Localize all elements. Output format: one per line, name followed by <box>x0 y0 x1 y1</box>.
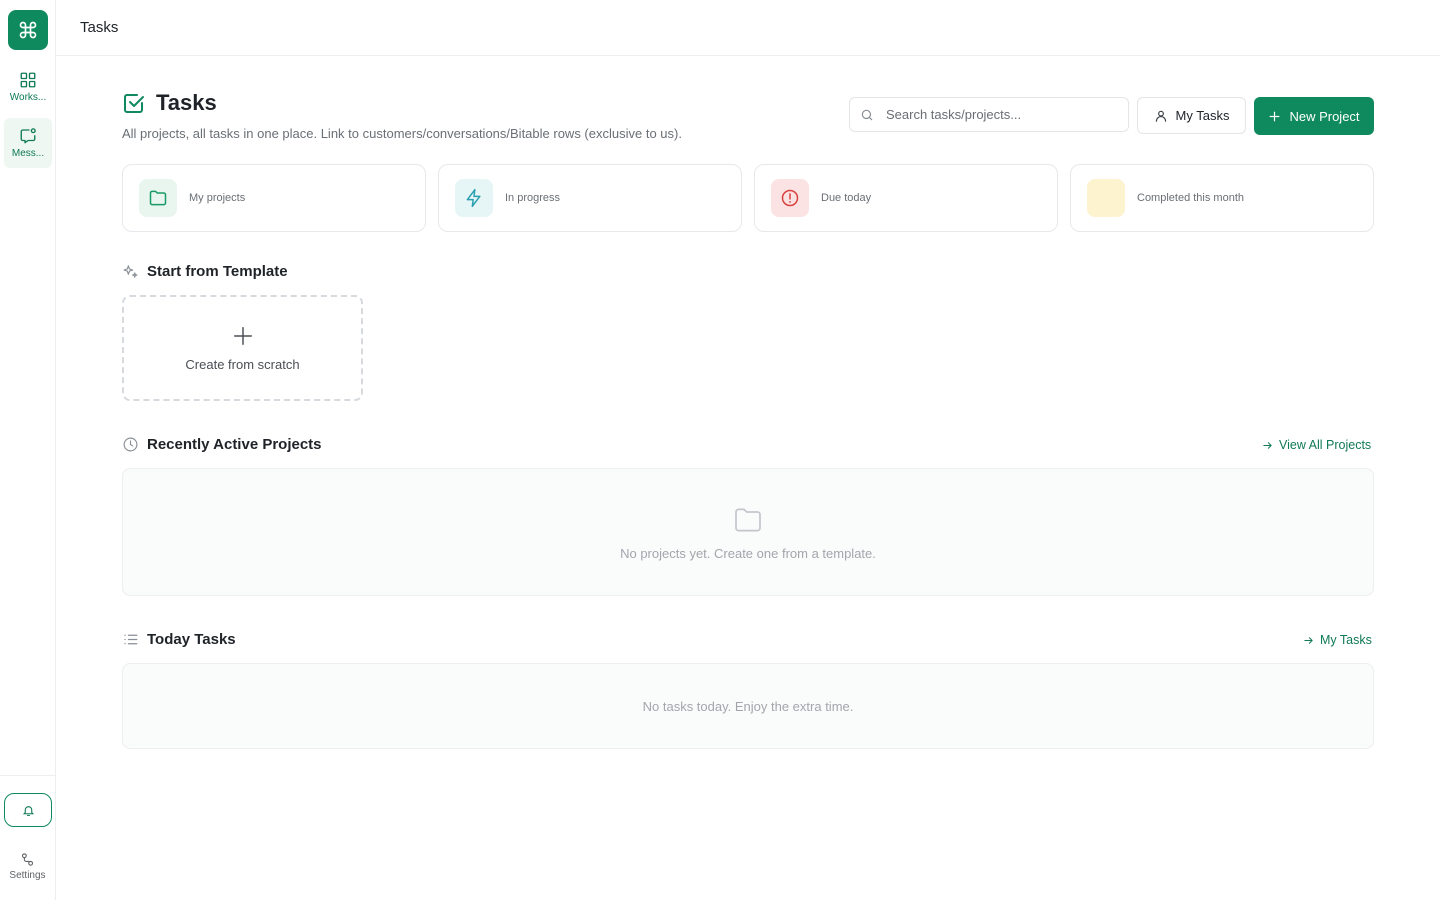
create-from-scratch-label: Create from scratch <box>185 356 300 372</box>
create-from-scratch-card[interactable]: Create from scratch <box>122 295 363 401</box>
sidebar: Works... Mess... Settings <box>0 0 56 900</box>
arrow-right-icon <box>1263 441 1272 449</box>
plus-icon <box>233 326 252 345</box>
recent-projects-title: Recently Active Projects <box>147 436 322 453</box>
clock-icon <box>123 437 138 452</box>
stat-icon-box <box>455 179 493 217</box>
stat-label: Due today <box>821 192 872 204</box>
sidebar-item-label: Mess... <box>11 148 45 159</box>
today-tasks-empty-text: No tasks today. Enjoy the extra time. <box>642 698 854 714</box>
folder-icon <box>735 507 761 532</box>
sparkles-icon <box>123 265 138 278</box>
new-project-button[interactable]: New Project <box>1254 97 1374 135</box>
user-icon <box>1155 110 1166 122</box>
my-tasks-button[interactable]: My Tasks <box>1137 97 1246 134</box>
search-icon <box>861 109 873 120</box>
new-project-label: New Project <box>1289 108 1360 124</box>
plus-icon <box>1270 111 1280 121</box>
stat-card-completed[interactable]: Completed this month <box>1070 164 1374 232</box>
check-icon <box>1099 193 1113 204</box>
sidebar-divider <box>0 775 55 776</box>
bell-icon <box>22 805 34 816</box>
message-icon <box>20 128 36 144</box>
template-section-title: Start from Template <box>147 263 288 280</box>
stat-icon-box <box>771 179 809 217</box>
notifications-button[interactable] <box>4 793 52 827</box>
folder-icon <box>149 190 167 206</box>
stat-icon-box <box>1087 179 1125 217</box>
recent-projects-header: Recently Active Projects <box>122 436 322 453</box>
arrow-right-icon <box>1304 636 1313 644</box>
lightning-icon <box>466 188 481 208</box>
list-icon <box>124 634 138 645</box>
view-all-projects-label: View All Projects <box>1279 438 1372 452</box>
sidebar-item-label: Works... <box>9 92 47 103</box>
stat-card-my-projects[interactable]: My projects <box>122 164 426 232</box>
sidebar-item-workspace[interactable]: Works... <box>4 62 52 112</box>
app-logo[interactable] <box>8 10 48 50</box>
today-tasks-empty-state: No tasks today. Enjoy the extra time. <box>122 663 1374 749</box>
my-tasks-label: My Tasks <box>1175 108 1230 123</box>
checkbox-icon <box>124 94 144 113</box>
page-title: Tasks <box>156 90 217 115</box>
stat-icon-box <box>139 179 177 217</box>
topbar-title: Tasks <box>80 19 119 36</box>
search-input[interactable]: Search tasks/projects... <box>849 97 1129 132</box>
grid-icon <box>20 72 36 88</box>
search-placeholder: Search tasks/projects... <box>886 107 1022 122</box>
recent-projects-empty-state: No projects yet. Create one from a templ… <box>122 468 1374 596</box>
settings-icon <box>21 853 34 866</box>
my-tasks-link-label: My Tasks <box>1320 633 1372 647</box>
stat-card-due-today[interactable]: Due today <box>754 164 1058 232</box>
today-tasks-title: Today Tasks <box>147 631 236 648</box>
alert-circle-icon <box>781 189 799 207</box>
my-tasks-link[interactable]: My Tasks <box>1303 633 1372 647</box>
sidebar-item-settings[interactable]: Settings <box>0 852 55 881</box>
top-bar: Tasks <box>56 0 1440 56</box>
settings-label: Settings <box>9 870 46 881</box>
command-icon <box>19 21 37 39</box>
today-tasks-header: Today Tasks <box>122 631 236 648</box>
sidebar-item-messages[interactable]: Mess... <box>4 118 52 168</box>
recent-projects-empty-text: No projects yet. Create one from a templ… <box>620 545 876 561</box>
stat-label: Completed this month <box>1137 192 1244 204</box>
view-all-projects-link[interactable]: View All Projects <box>1262 438 1371 452</box>
page-subtitle: All projects, all tasks in one place. Li… <box>122 126 682 141</box>
stat-card-in-progress[interactable]: In progress <box>438 164 742 232</box>
stat-label: In progress <box>505 192 561 204</box>
template-section-header: Start from Template <box>122 263 288 280</box>
stat-label: My projects <box>189 192 246 204</box>
